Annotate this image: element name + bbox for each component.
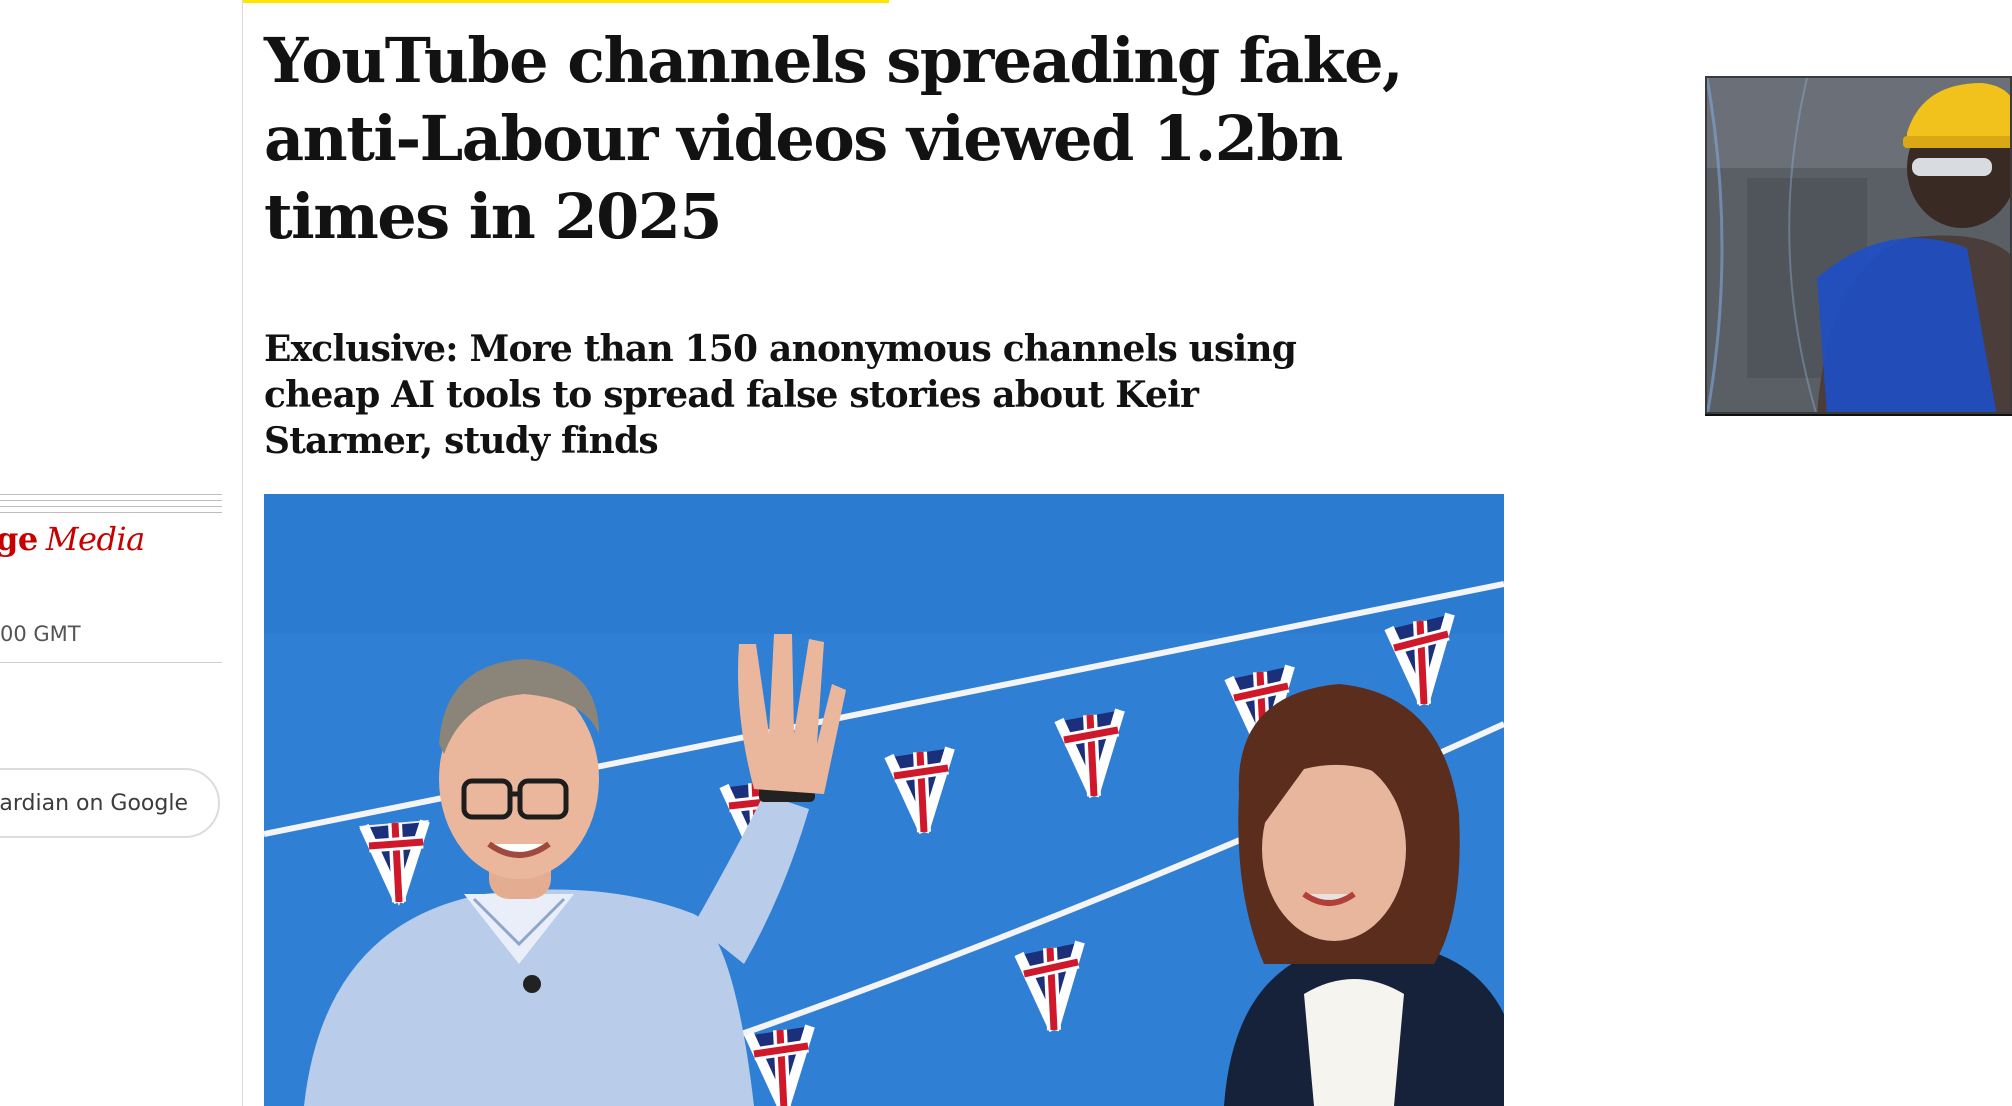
dateline: 00 GMT — [0, 622, 81, 646]
photo-illustration — [264, 494, 1504, 1106]
kicker-accent-bar — [243, 0, 889, 3]
follow-on-google-button[interactable]: uardian on Google — [0, 768, 220, 838]
section-label[interactable]: ge — [0, 520, 38, 558]
dateline-divider — [0, 662, 222, 663]
section-sub-label[interactable]: Media — [46, 520, 146, 558]
article-standfirst: Exclusive: More than 150 anonymous chann… — [264, 328, 1297, 462]
follow-on-google-label: uardian on Google — [0, 790, 188, 816]
meta-column: ge Media 00 GMT uardian on Google — [0, 0, 243, 1106]
thumbnail-underline — [1705, 414, 2012, 416]
thumbnail-photo — [1707, 78, 2010, 412]
section-link[interactable]: ge Media — [0, 520, 145, 558]
related-story-thumbnail[interactable] — [1705, 76, 2012, 414]
section-rules — [0, 494, 222, 518]
article-headline: YouTube channels spreading fake, anti-La… — [264, 24, 1404, 253]
main-article-image — [264, 494, 1504, 1106]
